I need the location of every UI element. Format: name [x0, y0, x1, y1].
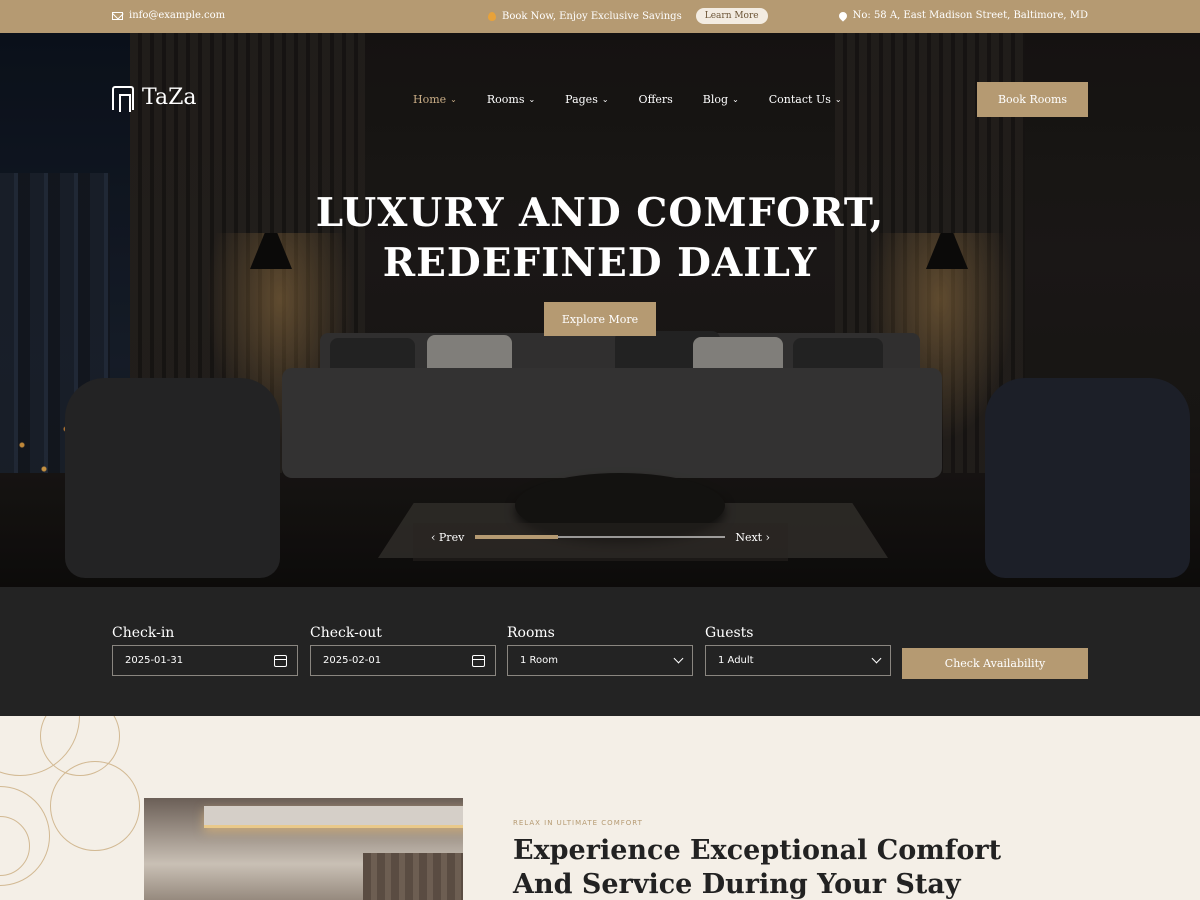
- slider-progress-fill: [475, 535, 558, 539]
- nav-label: Rooms: [486, 93, 525, 106]
- section-title: Experience Exceptional Comfort And Servi…: [513, 835, 1002, 900]
- logo-icon: [112, 85, 134, 112]
- slider-controls: ‹ Prev Next ›: [413, 523, 788, 561]
- nav-item-offers[interactable]: Offers: [639, 93, 673, 106]
- about-section: RELAX IN ULTIMATE COMFORT Experience Exc…: [0, 716, 1200, 900]
- email-text[interactable]: info@example.com: [129, 10, 225, 21]
- chevron-down-icon: ⌄: [528, 95, 536, 104]
- chevron-down-icon: [871, 653, 882, 664]
- nav-label: Contact Us: [768, 93, 831, 106]
- chevron-down-icon: ⌄: [601, 95, 609, 104]
- slider-progress-track[interactable]: [475, 535, 725, 539]
- hero-title: LUXURY AND COMFORT, REDEFINED DAILY: [0, 188, 1200, 288]
- checkin-label: Check-in: [112, 625, 175, 641]
- check-availability-button[interactable]: Check Availability: [902, 648, 1088, 679]
- guests-select[interactable]: 1 Adult: [705, 645, 891, 676]
- hero-title-line-1: LUXURY AND COMFORT,: [315, 190, 885, 236]
- location-pin-icon: [836, 9, 849, 22]
- chevron-right-icon: ›: [765, 531, 770, 544]
- decorative-circle: [50, 761, 140, 851]
- mail-icon: [112, 11, 123, 20]
- checkin-input[interactable]: 2025-01-31: [112, 645, 298, 676]
- room-image: [144, 798, 463, 900]
- checkin-field: Check-in 2025-01-31: [112, 625, 298, 676]
- room-image-curtain: [363, 853, 463, 900]
- brand-logo[interactable]: TaZa: [112, 85, 197, 112]
- rooms-field: Rooms 1 Room: [507, 625, 693, 676]
- checkin-value: 2025-01-31: [125, 655, 184, 666]
- nav-label: Blog: [702, 93, 729, 106]
- slider-prev-button[interactable]: ‹ Prev: [431, 531, 464, 544]
- hero-section: TaZa Home ⌄ Rooms ⌄ Pages ⌄ Offers Blog ⌄ Co…: [0, 33, 1200, 587]
- book-rooms-button[interactable]: Book Rooms: [977, 82, 1088, 117]
- checkout-field: Check-out 2025-02-01: [310, 625, 496, 676]
- calendar-icon[interactable]: [472, 654, 485, 667]
- guests-value: 1 Adult: [718, 655, 754, 666]
- nav-label: Pages: [565, 93, 598, 106]
- explore-more-button[interactable]: Explore More: [544, 302, 656, 336]
- guests-label: Guests: [705, 625, 754, 641]
- address-text: No: 58 A, East Madison Street, Baltimore…: [852, 10, 1088, 21]
- chevron-down-icon: [673, 653, 684, 664]
- nav-item-home[interactable]: Home ⌄: [413, 93, 457, 106]
- brand-name: TaZa: [142, 85, 197, 110]
- checkout-value: 2025-02-01: [323, 655, 382, 666]
- rooms-select[interactable]: 1 Room: [507, 645, 693, 676]
- checkout-label: Check-out: [310, 625, 382, 641]
- checkout-input[interactable]: 2025-02-01: [310, 645, 496, 676]
- nav-item-blog[interactable]: Blog ⌄: [703, 93, 739, 106]
- top-bar: info@example.com Book Now, Enjoy Exclusi…: [0, 0, 1200, 33]
- guests-field: Guests 1 Adult: [705, 625, 891, 676]
- nav-item-rooms[interactable]: Rooms ⌄: [487, 93, 535, 106]
- section-kicker: RELAX IN ULTIMATE COMFORT: [513, 819, 643, 827]
- flame-icon: [488, 11, 496, 21]
- prev-label: Prev: [438, 531, 465, 544]
- promo-banner: Book Now, Enjoy Exclusive Savings Learn …: [488, 8, 768, 24]
- rooms-label: Rooms: [507, 625, 555, 641]
- slider-next-button[interactable]: Next ›: [735, 531, 770, 544]
- main-nav: Home ⌄ Rooms ⌄ Pages ⌄ Offers Blog ⌄ Contact…: [413, 93, 842, 106]
- next-label: Next: [735, 531, 763, 544]
- room-image-ceiling: [204, 806, 463, 828]
- rooms-value: 1 Room: [520, 655, 559, 666]
- calendar-icon[interactable]: [274, 654, 287, 667]
- chevron-down-icon: ⌄: [450, 95, 457, 104]
- chevron-down-icon: ⌄: [834, 95, 842, 104]
- contact-email[interactable]: info@example.com: [112, 10, 225, 21]
- address: No: 58 A, East Madison Street, Baltimore…: [836, 9, 1088, 22]
- learn-more-button[interactable]: Learn More: [695, 8, 768, 24]
- booking-bar: Check-in 2025-01-31 Check-out 2025-02-01…: [0, 587, 1200, 716]
- nav-item-pages[interactable]: Pages ⌄: [565, 93, 608, 106]
- hero-title-line-2: REDEFINED DAILY: [382, 240, 818, 286]
- chevron-left-icon: ‹: [431, 531, 436, 544]
- nav-item-contact[interactable]: Contact Us ⌄: [769, 93, 842, 106]
- nav-label: Home: [413, 93, 447, 106]
- chevron-down-icon: ⌄: [732, 95, 739, 104]
- nav-label: Offers: [638, 93, 673, 106]
- promo-text: Book Now, Enjoy Exclusive Savings: [502, 10, 682, 22]
